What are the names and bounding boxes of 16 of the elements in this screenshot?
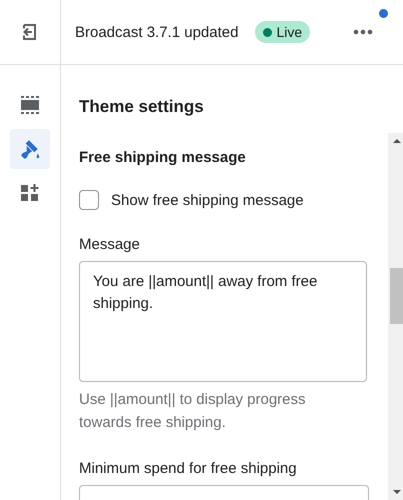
- scrollbar[interactable]: [388, 133, 403, 500]
- checkbox[interactable]: [79, 190, 99, 210]
- more-icon[interactable]: [353, 29, 373, 35]
- section-heading: Free shipping message: [79, 149, 247, 166]
- sidebar-tab[interactable]: [10, 129, 50, 169]
- help-text: Use ||amount|| to display progress towards free shipping.: [79, 390, 307, 433]
- sections-icon: [20, 95, 40, 115]
- panel-title: Theme settings: [78, 96, 205, 118]
- status-badge: Live: [255, 21, 310, 43]
- paint-brush-icon: [19, 138, 41, 160]
- field-label: Message: [79, 236, 141, 253]
- field-label: Minimum spend for free shipping: [79, 460, 298, 477]
- checkbox-label[interactable]: Show free shipping message: [111, 192, 304, 208]
- message-field[interactable]: You are ||amount|| away from free shipping.: [79, 261, 367, 382]
- add-block-icon: [20, 183, 40, 203]
- theme-name: Broadcast 3.7.1 updated: [75, 24, 238, 40]
